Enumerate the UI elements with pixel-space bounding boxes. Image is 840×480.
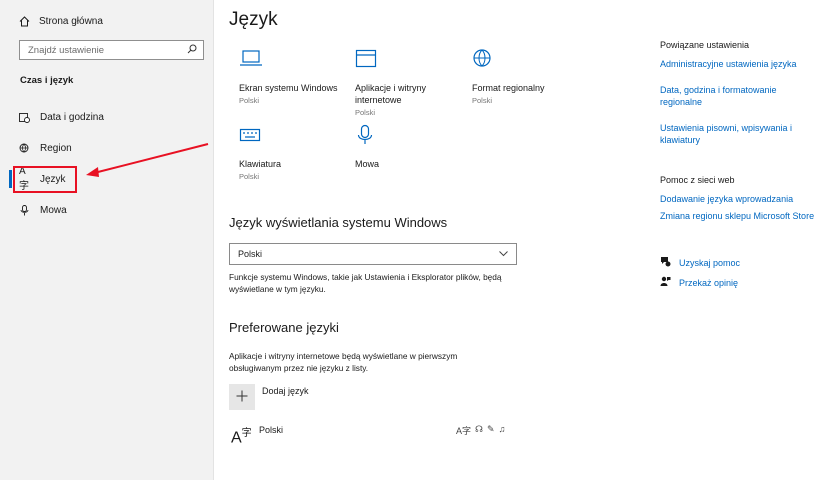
home-icon bbox=[19, 15, 30, 27]
tile-label: Format regionalny bbox=[472, 83, 545, 93]
search-input[interactable] bbox=[28, 44, 187, 56]
display-language-heading: Język wyświetlania systemu Windows bbox=[229, 215, 448, 230]
link-admin-language-settings[interactable]: Administracyjne ustawienia języka bbox=[660, 58, 835, 70]
active-indicator bbox=[9, 170, 12, 188]
language-icon: A字 bbox=[231, 428, 252, 447]
tile-sublabel: Polski bbox=[472, 96, 493, 105]
search-icon[interactable] bbox=[187, 44, 197, 57]
speech-bubble-icon: ☊ bbox=[475, 424, 484, 434]
globe-format-icon bbox=[472, 48, 582, 76]
home-nav[interactable]: Strona główna bbox=[19, 13, 103, 29]
display-language-description: Funkcje systemu Windows, takie jak Ustaw… bbox=[229, 272, 502, 294]
feedback-label: Przekaż opinię bbox=[679, 277, 739, 288]
link-spelling-typing-keyboard[interactable]: Ustawienia pisowni, wpisywania i klawiat… bbox=[660, 122, 800, 146]
link-date-time-regional[interactable]: Data, godzina i formatowanie regionalne bbox=[660, 84, 800, 108]
display-language-select[interactable]: Polski bbox=[229, 243, 517, 265]
sidebar-item-label: Mowa bbox=[40, 204, 67, 216]
calendar-clock-icon bbox=[19, 112, 30, 123]
feedback-icon bbox=[660, 276, 671, 289]
tile-keyboard[interactable]: Klawiatura Polski bbox=[239, 124, 349, 181]
tile-speech[interactable]: Mowa bbox=[355, 124, 465, 170]
tile-regional-format[interactable]: Format regionalny Polski bbox=[472, 48, 582, 105]
language-features: A字 ☊ ✎ ♫ bbox=[456, 424, 505, 437]
language-name: Polski bbox=[259, 425, 284, 435]
page-title: Język bbox=[229, 9, 278, 30]
plus-icon bbox=[236, 390, 248, 405]
keyboard-icon bbox=[239, 124, 349, 152]
microphone-icon bbox=[19, 204, 30, 216]
add-language-button[interactable] bbox=[229, 384, 255, 410]
link-change-store-region[interactable]: Zmiana regionu sklepu Microsoft Store bbox=[660, 210, 835, 222]
get-help-label: Uzyskaj pomoc bbox=[679, 257, 741, 268]
microphone-icon bbox=[355, 124, 465, 152]
tile-sublabel: Polski bbox=[239, 172, 260, 181]
annotation-arrow bbox=[86, 143, 209, 177]
web-help-title: Pomoc z sieci web bbox=[660, 175, 735, 185]
select-value: Polski bbox=[238, 249, 263, 259]
search-box[interactable] bbox=[19, 40, 204, 60]
chevron-down-icon bbox=[499, 249, 508, 259]
link-add-input-language[interactable]: Dodawanie języka wprowadzania bbox=[660, 193, 835, 205]
laptop-icon bbox=[239, 48, 349, 76]
related-settings-title: Powiązane ustawienia bbox=[660, 40, 750, 50]
chat-help-icon bbox=[660, 256, 671, 269]
tile-apps-websites[interactable]: Aplikacje i witryny internetowe Polski bbox=[355, 48, 465, 117]
get-help-link[interactable]: Uzyskaj pomoc bbox=[660, 256, 740, 269]
language-list-item[interactable]: A字 Polski A字 ☊ ✎ ♫ bbox=[229, 424, 519, 448]
tile-label: Klawiatura bbox=[239, 159, 282, 169]
preferred-languages-heading: Preferowane języki bbox=[229, 320, 339, 335]
main-panel: Język Ekran systemu Windows Polski Aplik… bbox=[214, 0, 840, 480]
sidebar-item-speech[interactable]: Mowa bbox=[19, 201, 67, 219]
sidebar-item-label: Data i godzina bbox=[40, 111, 104, 123]
tile-sublabel: Polski bbox=[355, 108, 376, 117]
web-help: Pomoc z sieci web Dodawanie języka wprow… bbox=[660, 175, 835, 222]
sidebar: Strona główna Czas i język Data i godzin… bbox=[0, 0, 214, 480]
display-language-icon: A字 bbox=[456, 426, 472, 436]
tile-label: Ekran systemu Windows bbox=[239, 83, 338, 93]
tile-windows-display[interactable]: Ekran systemu Windows Polski bbox=[239, 48, 349, 105]
sidebar-item-label: Region bbox=[40, 142, 72, 154]
text-to-speech-icon: ♫ bbox=[498, 424, 506, 434]
sidebar-item-date-time[interactable]: Data i godzina bbox=[19, 108, 104, 126]
annotation-highlight-box bbox=[13, 166, 77, 193]
window-icon bbox=[355, 48, 465, 76]
feedback-link[interactable]: Przekaż opinię bbox=[660, 276, 738, 289]
tile-label: Aplikacje i witryny internetowe bbox=[355, 83, 427, 105]
section-title: Czas i język bbox=[20, 75, 74, 86]
preferred-languages-description: Aplikacje i witryny internetowe będą wyś… bbox=[229, 351, 458, 373]
globe-pin-icon bbox=[19, 143, 30, 154]
sidebar-item-region[interactable]: Region bbox=[19, 139, 72, 157]
home-label: Strona główna bbox=[39, 15, 103, 27]
handwriting-icon: ✎ bbox=[487, 424, 495, 434]
tile-sublabel: Polski bbox=[239, 96, 260, 105]
add-language-label[interactable]: Dodaj język bbox=[262, 386, 309, 396]
tile-label: Mowa bbox=[355, 159, 380, 169]
related-settings: Powiązane ustawienia Administracyjne ust… bbox=[660, 40, 835, 146]
